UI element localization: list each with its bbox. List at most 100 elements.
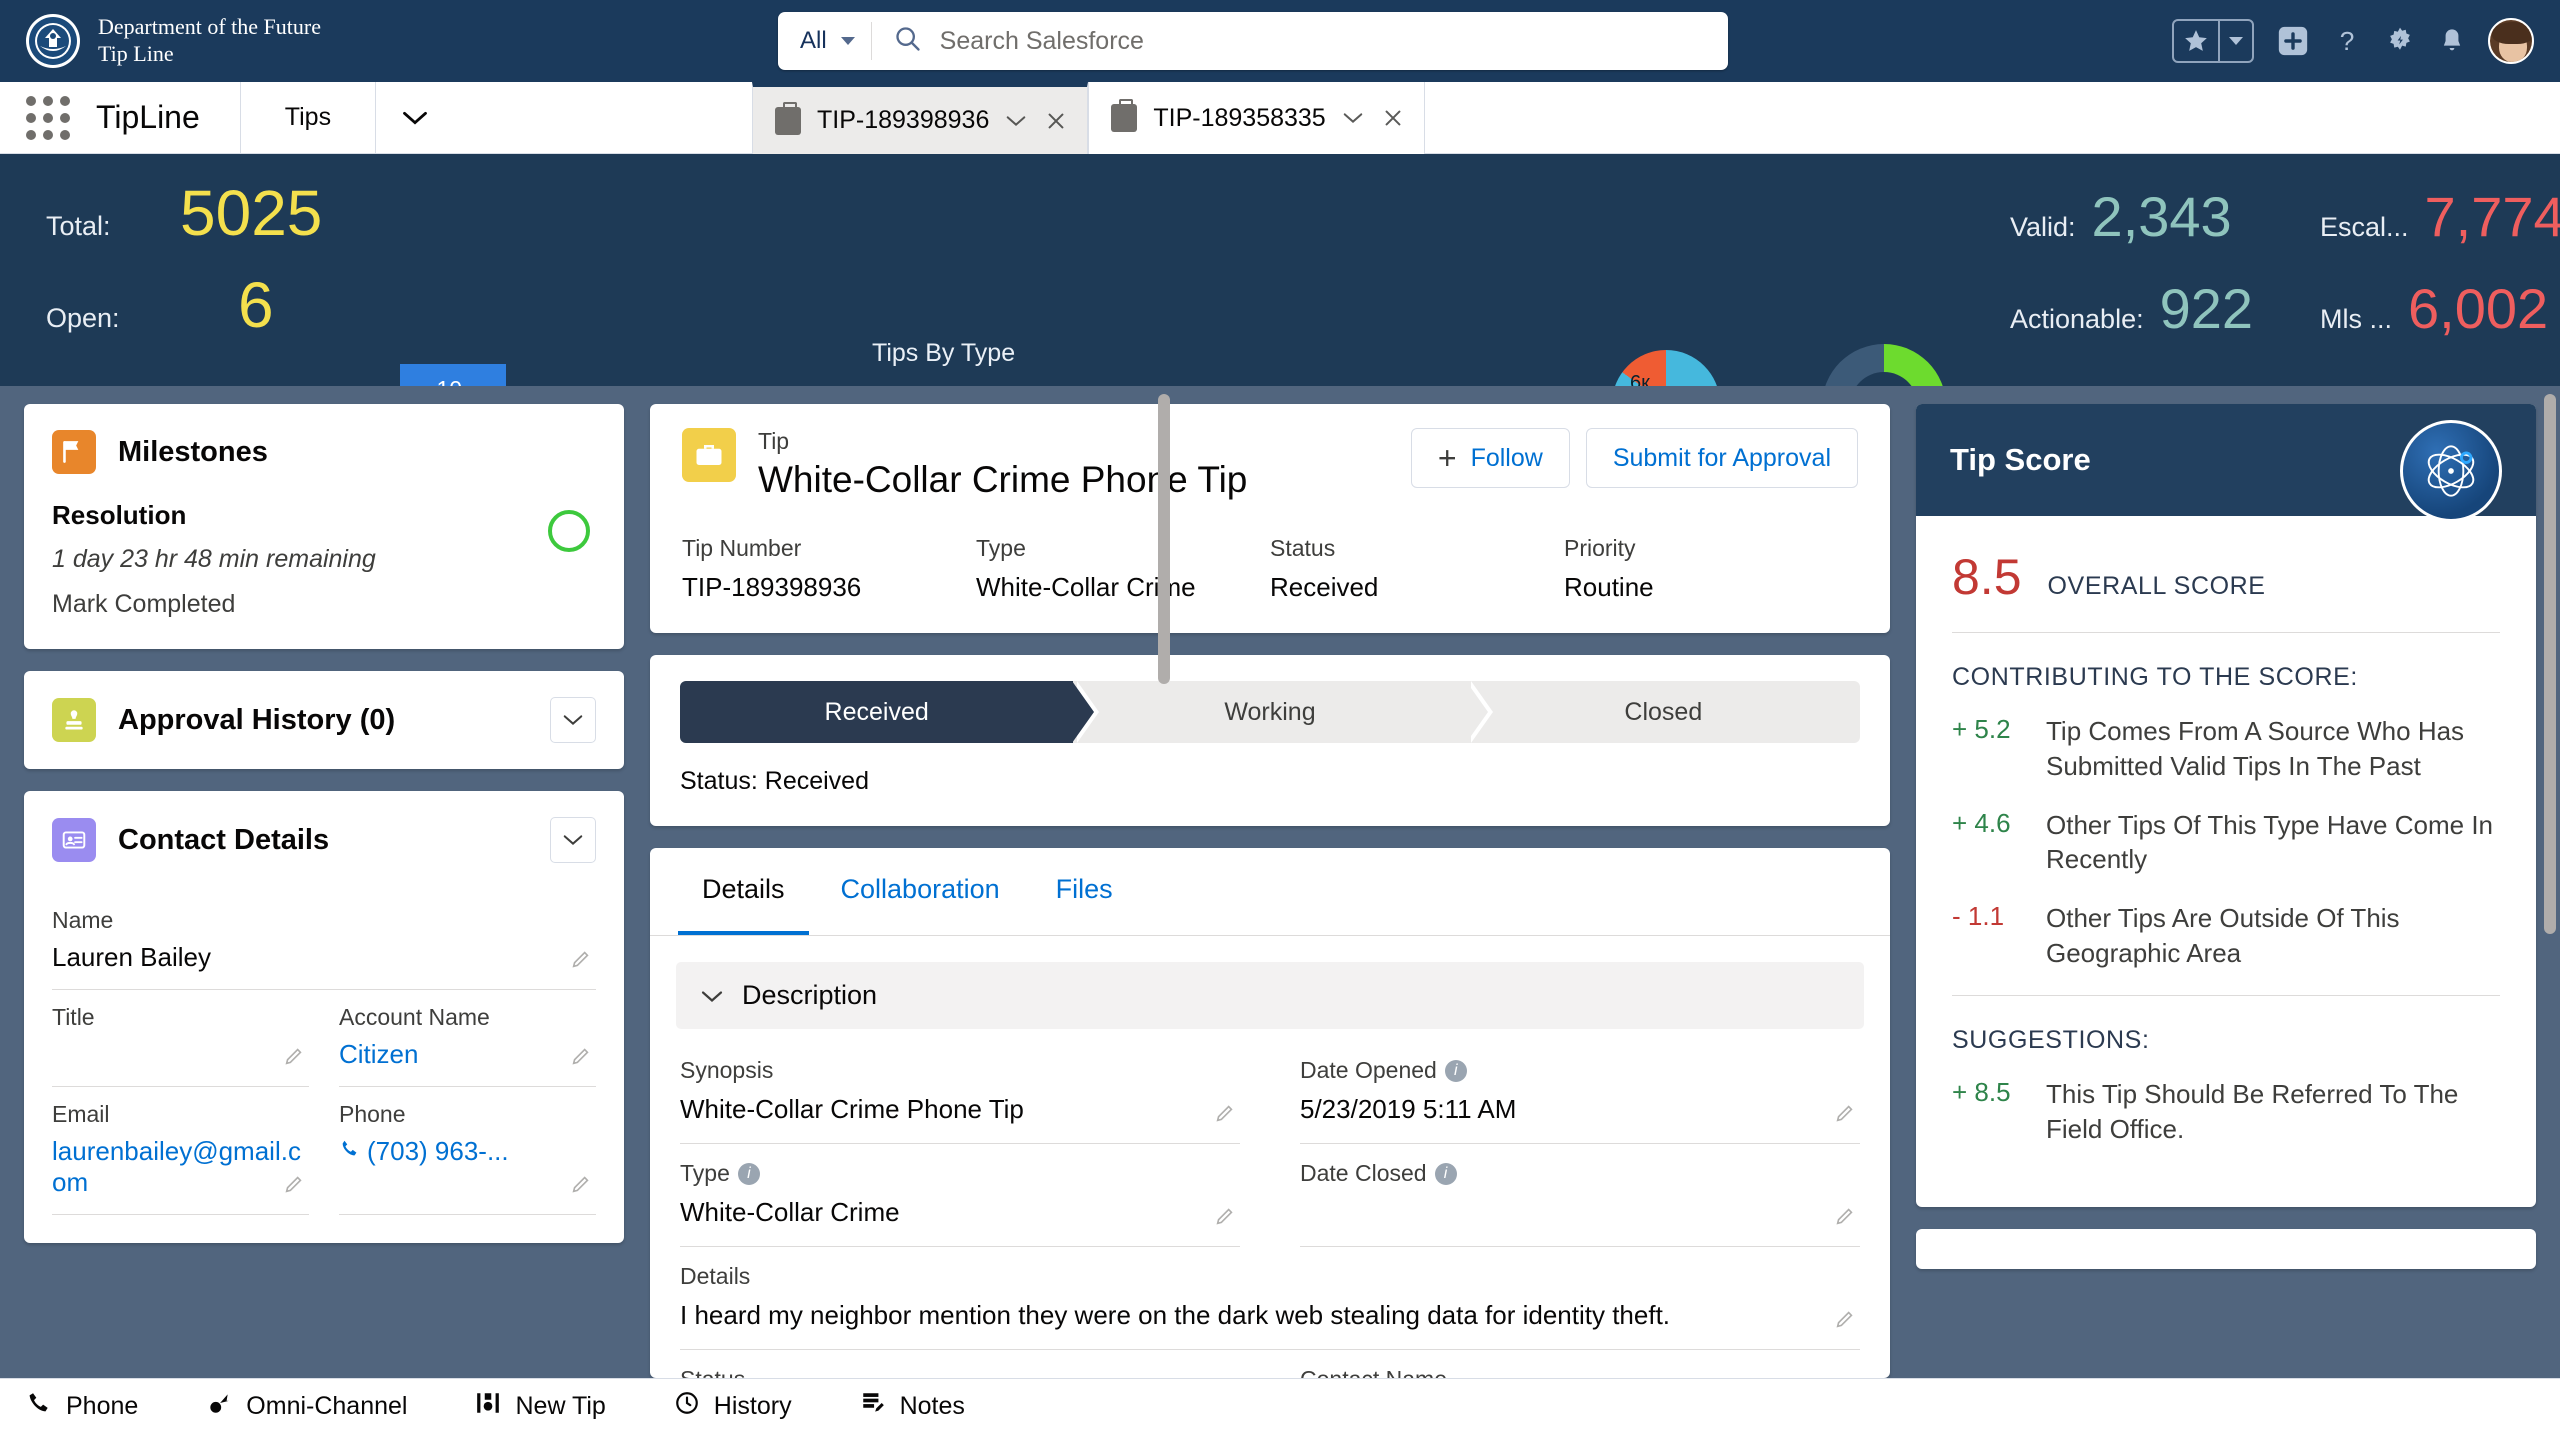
contact-field-account-name[interactable]: Account Name Citizen (339, 990, 596, 1087)
details-field-status[interactable]: Status (680, 1350, 1240, 1378)
tab-collaboration[interactable]: Collaboration (817, 848, 1024, 935)
edit-pencil-icon[interactable] (570, 948, 592, 975)
kpi-escalated-label: Escal... (2320, 212, 2409, 242)
utility-omni-channel[interactable]: Omni-Channel (172, 1390, 441, 1423)
help-icon[interactable]: ? (2332, 25, 2362, 57)
app-launcher-waffle-icon[interactable] (0, 82, 96, 153)
details-field-details[interactable]: Details I heard my neighbor mention they… (680, 1247, 1860, 1350)
notifications-bell-icon[interactable] (2438, 26, 2466, 56)
details-field-date-closed[interactable]: Date Closed i (1300, 1144, 1860, 1247)
mark-completed-button[interactable]: Mark Completed (52, 590, 596, 619)
user-avatar[interactable] (2488, 18, 2534, 64)
tips-validity-pie-chart (1612, 350, 1720, 386)
workspace-tab-1[interactable]: TIP-189398936 (752, 82, 1089, 154)
contact-field-title[interactable]: Title (52, 990, 309, 1087)
details-field-contact-name[interactable]: Contact Name (1300, 1350, 1860, 1378)
edit-pencil-icon[interactable] (1834, 1102, 1856, 1129)
kpi-actionable: Actionable: 922 (2010, 276, 2310, 368)
edit-pencil-icon[interactable] (1214, 1102, 1236, 1129)
approval-history-chevron-down-icon[interactable] (550, 697, 596, 743)
global-search[interactable]: All (778, 12, 1728, 70)
add-icon[interactable] (2276, 24, 2310, 58)
global-actions: ? (2172, 0, 2534, 82)
chevron-down-icon (840, 37, 855, 45)
details-row-1: Synopsis White-Collar Crime Phone Tip Da… (680, 1041, 1860, 1144)
contact-field-name[interactable]: Name Lauren Bailey (52, 893, 596, 990)
tab-details[interactable]: Details (678, 848, 809, 935)
kpi-actionable-value: 922 (2159, 277, 2254, 340)
setup-gear-icon[interactable] (2384, 25, 2416, 57)
contact-field-phone-value[interactable]: (703) 963-... (339, 1136, 596, 1167)
contact-field-account-name-value[interactable]: Citizen (339, 1039, 596, 1070)
nav-item-tips[interactable]: Tips (241, 82, 375, 153)
edit-pencil-icon[interactable] (1214, 1205, 1236, 1232)
favorites-chevron-icon[interactable] (2218, 21, 2252, 61)
workspace-tab-2[interactable]: TIP-189358335 (1088, 82, 1425, 154)
edit-pencil-icon[interactable] (283, 1045, 305, 1072)
middle-scrollbar[interactable] (1158, 394, 1170, 684)
path-step-received[interactable]: Received (680, 681, 1100, 743)
details-field-synopsis-value: White-Collar Crime Phone Tip (680, 1094, 1024, 1124)
details-field-contact-name-label: Contact Name (1300, 1366, 1860, 1378)
details-field-synopsis-label: Synopsis (680, 1057, 774, 1083)
record-meta: Tip Number TIP-189398936 Type White-Coll… (682, 535, 1858, 603)
tab-files[interactable]: Files (1032, 848, 1137, 935)
info-icon[interactable]: i (1444, 1059, 1467, 1082)
history-clock-icon (674, 1390, 700, 1423)
search-scope-selector[interactable]: All (778, 22, 872, 60)
milestone-name: Resolution (52, 500, 187, 530)
details-field-status-label: Status (680, 1366, 1240, 1378)
utility-notes[interactable]: Notes (826, 1390, 999, 1423)
contact-field-email-value[interactable]: laurenbailey@gmail.com (52, 1136, 309, 1198)
details-field-date-closed-label: Date Closed i (1300, 1160, 1860, 1187)
details-row-4: Status Contact Name (680, 1350, 1860, 1378)
contact-field-email-label: Email (52, 1101, 110, 1127)
edit-pencil-icon[interactable] (570, 1173, 592, 1200)
details-field-date-opened-value: 5/23/2019 5:11 AM (1300, 1094, 1517, 1124)
workspace-tab-2-chevron-down-icon[interactable] (1342, 111, 1364, 125)
contact-details-chevron-down-icon[interactable] (550, 817, 596, 863)
brand-text: Department of the Future Tip Line (98, 14, 321, 68)
info-icon[interactable]: i (737, 1162, 760, 1185)
description-section-header[interactable]: Description (676, 962, 1864, 1029)
submit-for-approval-button[interactable]: Submit for Approval (1585, 428, 1858, 488)
utility-phone[interactable]: Phone (26, 1390, 172, 1423)
path-step-closed[interactable]: Closed (1466, 681, 1860, 743)
submit-for-approval-label: Submit for Approval (1612, 443, 1831, 472)
workspace-tab-1-chevron-down-icon[interactable] (1005, 114, 1027, 128)
approval-history-title: Approval History (0) (118, 703, 396, 736)
workspace-tab-2-close-icon[interactable] (1382, 107, 1404, 129)
favorites-star-icon[interactable] (2174, 28, 2218, 54)
contact-field-phone[interactable]: Phone (703) 963-... (339, 1087, 596, 1215)
utility-new-tip[interactable]: New Tip (441, 1390, 639, 1423)
favorites-group[interactable] (2172, 19, 2254, 63)
page-scrollbar[interactable] (2544, 394, 2556, 934)
path-step-working[interactable]: Working (1073, 681, 1494, 743)
edit-pencil-icon[interactable] (1834, 1205, 1856, 1232)
contact-field-email[interactable]: Email laurenbailey@gmail.com (52, 1087, 309, 1215)
search-input[interactable] (939, 26, 1640, 56)
status-path: Received Working Closed (680, 681, 1860, 743)
meta-value: TIP-189398936 (682, 572, 862, 602)
info-icon[interactable]: i (1434, 1162, 1457, 1185)
utility-history[interactable]: History (640, 1390, 826, 1423)
nav-more-chevron-down-icon[interactable] (376, 82, 454, 153)
plus-icon: + (1437, 440, 1457, 476)
bar-1[interactable]: 10к (400, 364, 506, 386)
follow-button[interactable]: + Follow (1410, 428, 1570, 488)
edit-pencil-icon[interactable] (283, 1173, 305, 1200)
kpi-open: Open: 6 (46, 268, 322, 360)
workspace-tab-1-close-icon[interactable] (1045, 110, 1067, 132)
search-icon (894, 25, 922, 58)
details-field-date-opened[interactable]: Date Opened i 5/23/2019 5:11 AM (1300, 1041, 1860, 1144)
contact-field-title-value (52, 1039, 309, 1070)
details-field-synopsis[interactable]: Synopsis White-Collar Crime Phone Tip (680, 1041, 1240, 1144)
edit-pencil-icon[interactable] (1834, 1308, 1856, 1335)
details-field-details-label: Details (680, 1263, 751, 1289)
utility-new-tip-label: New Tip (515, 1392, 606, 1420)
record-tabstrip: Details Collaboration Files (650, 848, 1890, 936)
edit-pencil-icon[interactable] (570, 1045, 592, 1072)
contact-details-card: Contact Details Name Lauren Bailey Title… (24, 791, 624, 1243)
contact-card-icon (52, 818, 96, 862)
details-field-type[interactable]: Type i White-Collar Crime (680, 1144, 1240, 1247)
